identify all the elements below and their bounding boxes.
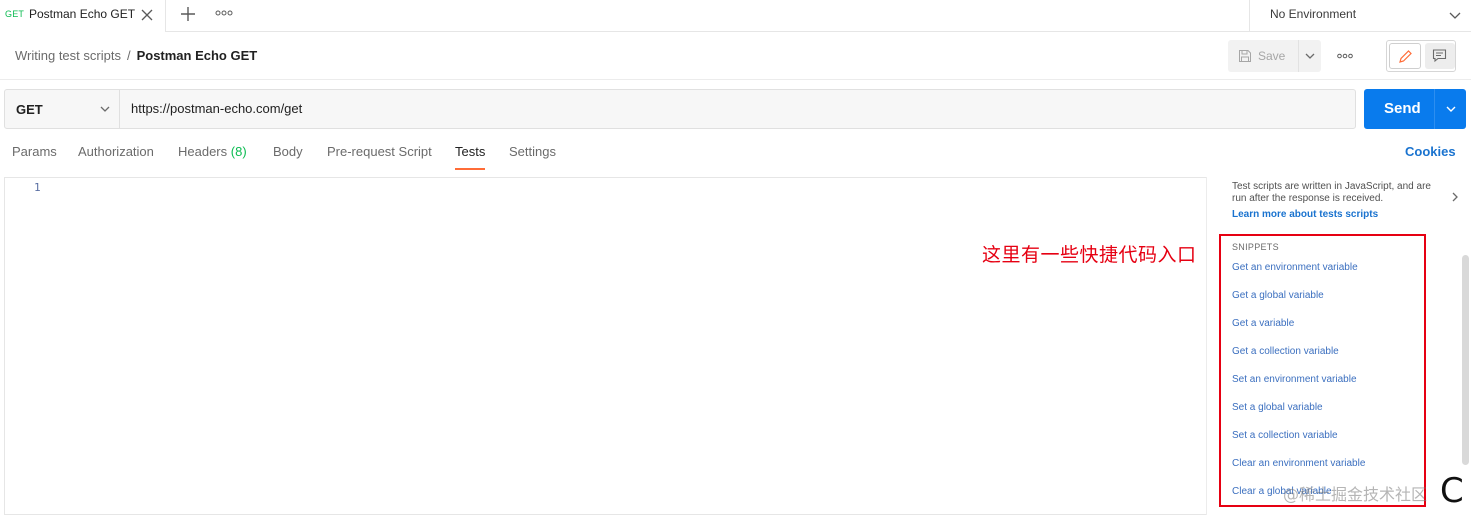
panel-scrollbar[interactable]	[1462, 255, 1469, 465]
more-options-icon[interactable]	[214, 6, 234, 20]
request-tabs: Params Authorization Headers (8) Body Pr…	[0, 138, 1471, 172]
save-button[interactable]: Save	[1228, 40, 1298, 72]
tab-headers-label: Headers	[178, 144, 228, 159]
send-label: Send	[1384, 100, 1421, 117]
edit-mode-button[interactable]	[1389, 43, 1421, 69]
save-button-group: Save	[1228, 40, 1321, 72]
cookies-link[interactable]: Cookies	[1405, 144, 1456, 159]
pencil-icon	[1399, 50, 1412, 63]
line-number: 1	[34, 181, 41, 194]
tab-title: Postman Echo GET	[29, 7, 136, 21]
tab-authorization[interactable]: Authorization	[78, 144, 154, 170]
breadcrumb: Writing test scripts / Postman Echo GET	[15, 48, 257, 63]
tab-pre-request-script[interactable]: Pre-request Script	[327, 144, 432, 170]
request-tab[interactable]: GET Postman Echo GET	[0, 0, 166, 32]
send-button[interactable]: Send	[1364, 89, 1434, 129]
close-icon[interactable]	[138, 6, 156, 24]
method-label: GET	[16, 102, 43, 117]
chevron-down-icon	[100, 106, 110, 112]
tab-params[interactable]: Params	[12, 144, 57, 170]
headers-count-badge: (8)	[230, 144, 247, 159]
comment-icon	[1432, 49, 1447, 63]
send-button-group: Send	[1364, 89, 1466, 129]
tests-description: Test scripts are written in JavaScript, …	[1232, 181, 1431, 204]
tab-bar: GET Postman Echo GET No Environment	[0, 0, 1471, 32]
url-input[interactable]: https://postman-echo.com/get	[121, 90, 1355, 128]
send-options-button[interactable]	[1434, 89, 1466, 129]
save-label: Save	[1258, 49, 1286, 63]
test-script-editor[interactable]: 1	[4, 177, 1213, 515]
chevron-down-icon	[1305, 53, 1315, 59]
environment-label: No Environment	[1270, 7, 1357, 21]
learn-more-link[interactable]: Learn more about tests scripts	[1232, 209, 1378, 220]
annotation-text: 这里有一些快捷代码入口	[982, 244, 1197, 266]
watermark: @稀土掘金技术社区	[1283, 485, 1428, 504]
tab-tests[interactable]: Tests	[455, 144, 486, 170]
plus-icon[interactable]	[178, 4, 198, 24]
breadcrumb-separator: /	[126, 48, 131, 63]
comments-button[interactable]	[1425, 43, 1455, 69]
environment-selector[interactable]: No Environment	[1249, 0, 1471, 32]
request-header: Writing test scripts / Postman Echo GET Sa…	[0, 32, 1471, 80]
more-actions-icon[interactable]	[1336, 49, 1354, 63]
page-title[interactable]: Postman Echo GET	[137, 48, 258, 63]
chevron-down-icon	[1448, 8, 1462, 22]
annotation-highlight-box	[1219, 234, 1426, 507]
breadcrumb-parent[interactable]: Writing test scripts	[15, 48, 121, 63]
tab-settings[interactable]: Settings	[509, 144, 556, 170]
tab-body[interactable]: Body	[273, 144, 303, 170]
tab-headers[interactable]: Headers (8)	[178, 144, 247, 170]
save-options-button[interactable]	[1298, 40, 1321, 72]
url-bar: GET https://postman-echo.com/get	[4, 89, 1356, 129]
save-icon	[1238, 49, 1252, 63]
view-mode-toggle	[1386, 40, 1456, 72]
method-select[interactable]: GET	[5, 90, 120, 128]
corner-glyph: C	[1440, 471, 1464, 511]
chevron-down-icon	[1446, 106, 1456, 112]
collapse-panel-icon[interactable]	[1450, 190, 1460, 208]
tab-method-badge: GET	[5, 9, 25, 19]
